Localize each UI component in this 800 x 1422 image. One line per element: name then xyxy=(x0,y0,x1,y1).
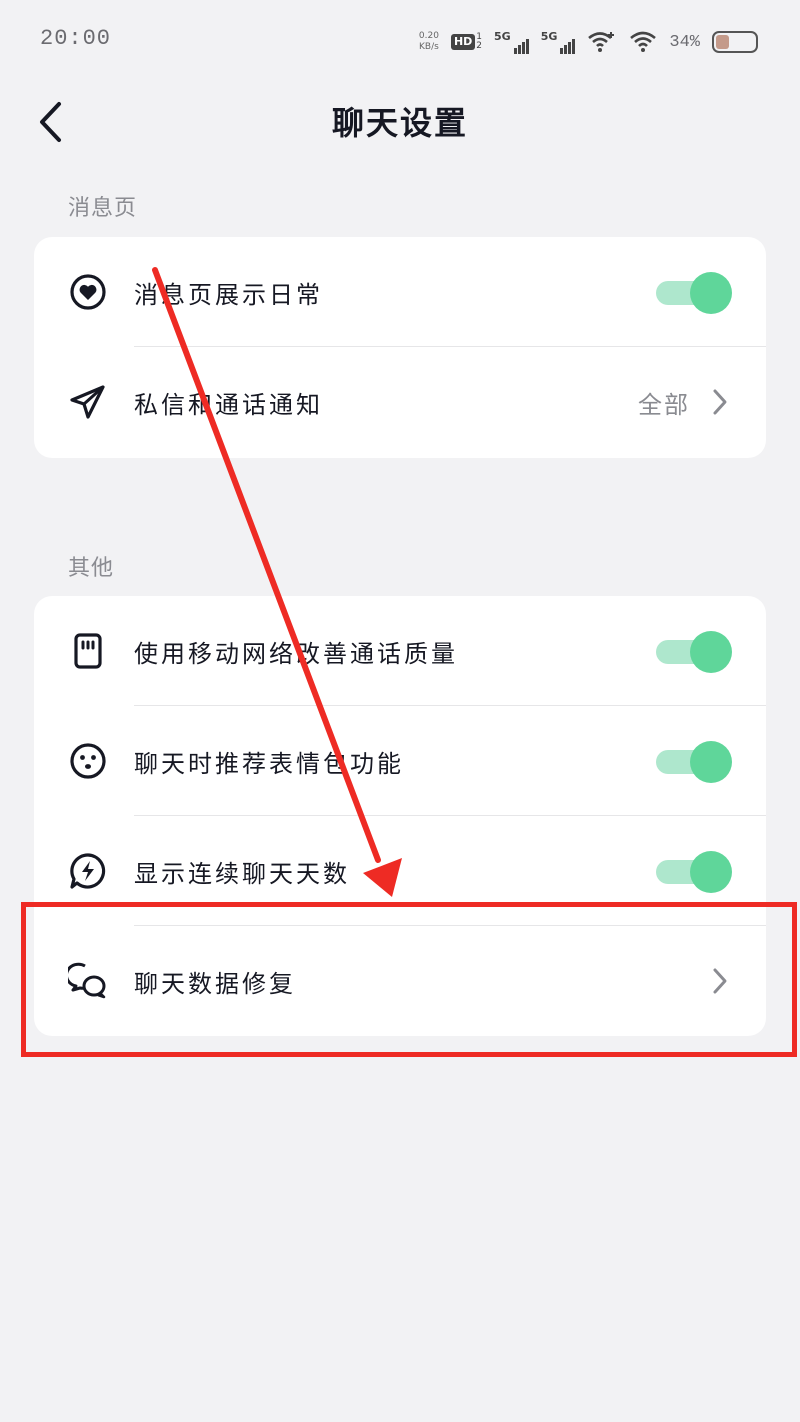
page-title: 聊天设置 xyxy=(331,104,468,142)
battery-percent: 34% xyxy=(669,32,700,52)
smiley-icon xyxy=(70,743,106,779)
hd-voice-icon: HD 1 2 xyxy=(450,33,482,51)
setting-label: 使用移动网络改善通话质量 xyxy=(134,640,458,668)
setting-row-mobile-network-calls[interactable]: 使用移动网络改善通话质量 xyxy=(34,596,766,706)
section-label-other: 其他 xyxy=(68,556,115,581)
setting-row-show-daily[interactable]: 消息页展示日常 xyxy=(34,237,766,347)
wifi-icon xyxy=(630,31,657,52)
status-indicators: 0.20 KB/s HD 1 2 5G 5G 34% xyxy=(419,26,758,58)
setting-label: 显示连续聊天天数 xyxy=(134,860,350,888)
chat-streak-toggle[interactable] xyxy=(656,851,732,893)
status-bar: 20:00 0.20 KB/s HD 1 2 5G 5G 34% xyxy=(0,0,800,84)
sim-card-icon xyxy=(74,633,102,669)
battery-level xyxy=(716,35,729,49)
setting-value: 全部 xyxy=(638,391,690,419)
chevron-right-icon xyxy=(713,389,727,415)
status-time: 20:00 xyxy=(40,26,112,51)
sticker-suggestions-toggle[interactable] xyxy=(656,741,732,783)
setting-row-sticker-suggestions[interactable]: 聊天时推荐表情包功能 xyxy=(34,706,766,816)
battery-icon xyxy=(712,31,758,53)
signal-icon-sim1: 5G xyxy=(494,30,529,54)
heart-circle-icon xyxy=(70,274,106,310)
signal-icon-sim2: 5G xyxy=(541,30,576,54)
annotation-highlight-box xyxy=(21,902,797,1057)
network-speed: 0.20 KB/s xyxy=(418,31,439,52)
section-label-messages: 消息页 xyxy=(68,196,138,221)
setting-label: 消息页展示日常 xyxy=(134,281,323,309)
setting-label: 私信和通话通知 xyxy=(134,391,323,419)
lightning-bubble-icon xyxy=(70,853,106,889)
show-daily-toggle[interactable] xyxy=(656,272,732,314)
setting-label: 聊天时推荐表情包功能 xyxy=(134,750,404,778)
mobile-network-toggle[interactable] xyxy=(656,631,732,673)
setting-row-dm-call-notifications[interactable]: 私信和通话通知 全部 xyxy=(34,347,766,457)
settings-card-messages: 消息页展示日常 私信和通话通知 全部 xyxy=(34,237,766,458)
wifi-plus-icon xyxy=(588,32,615,52)
paper-plane-icon xyxy=(70,385,105,419)
